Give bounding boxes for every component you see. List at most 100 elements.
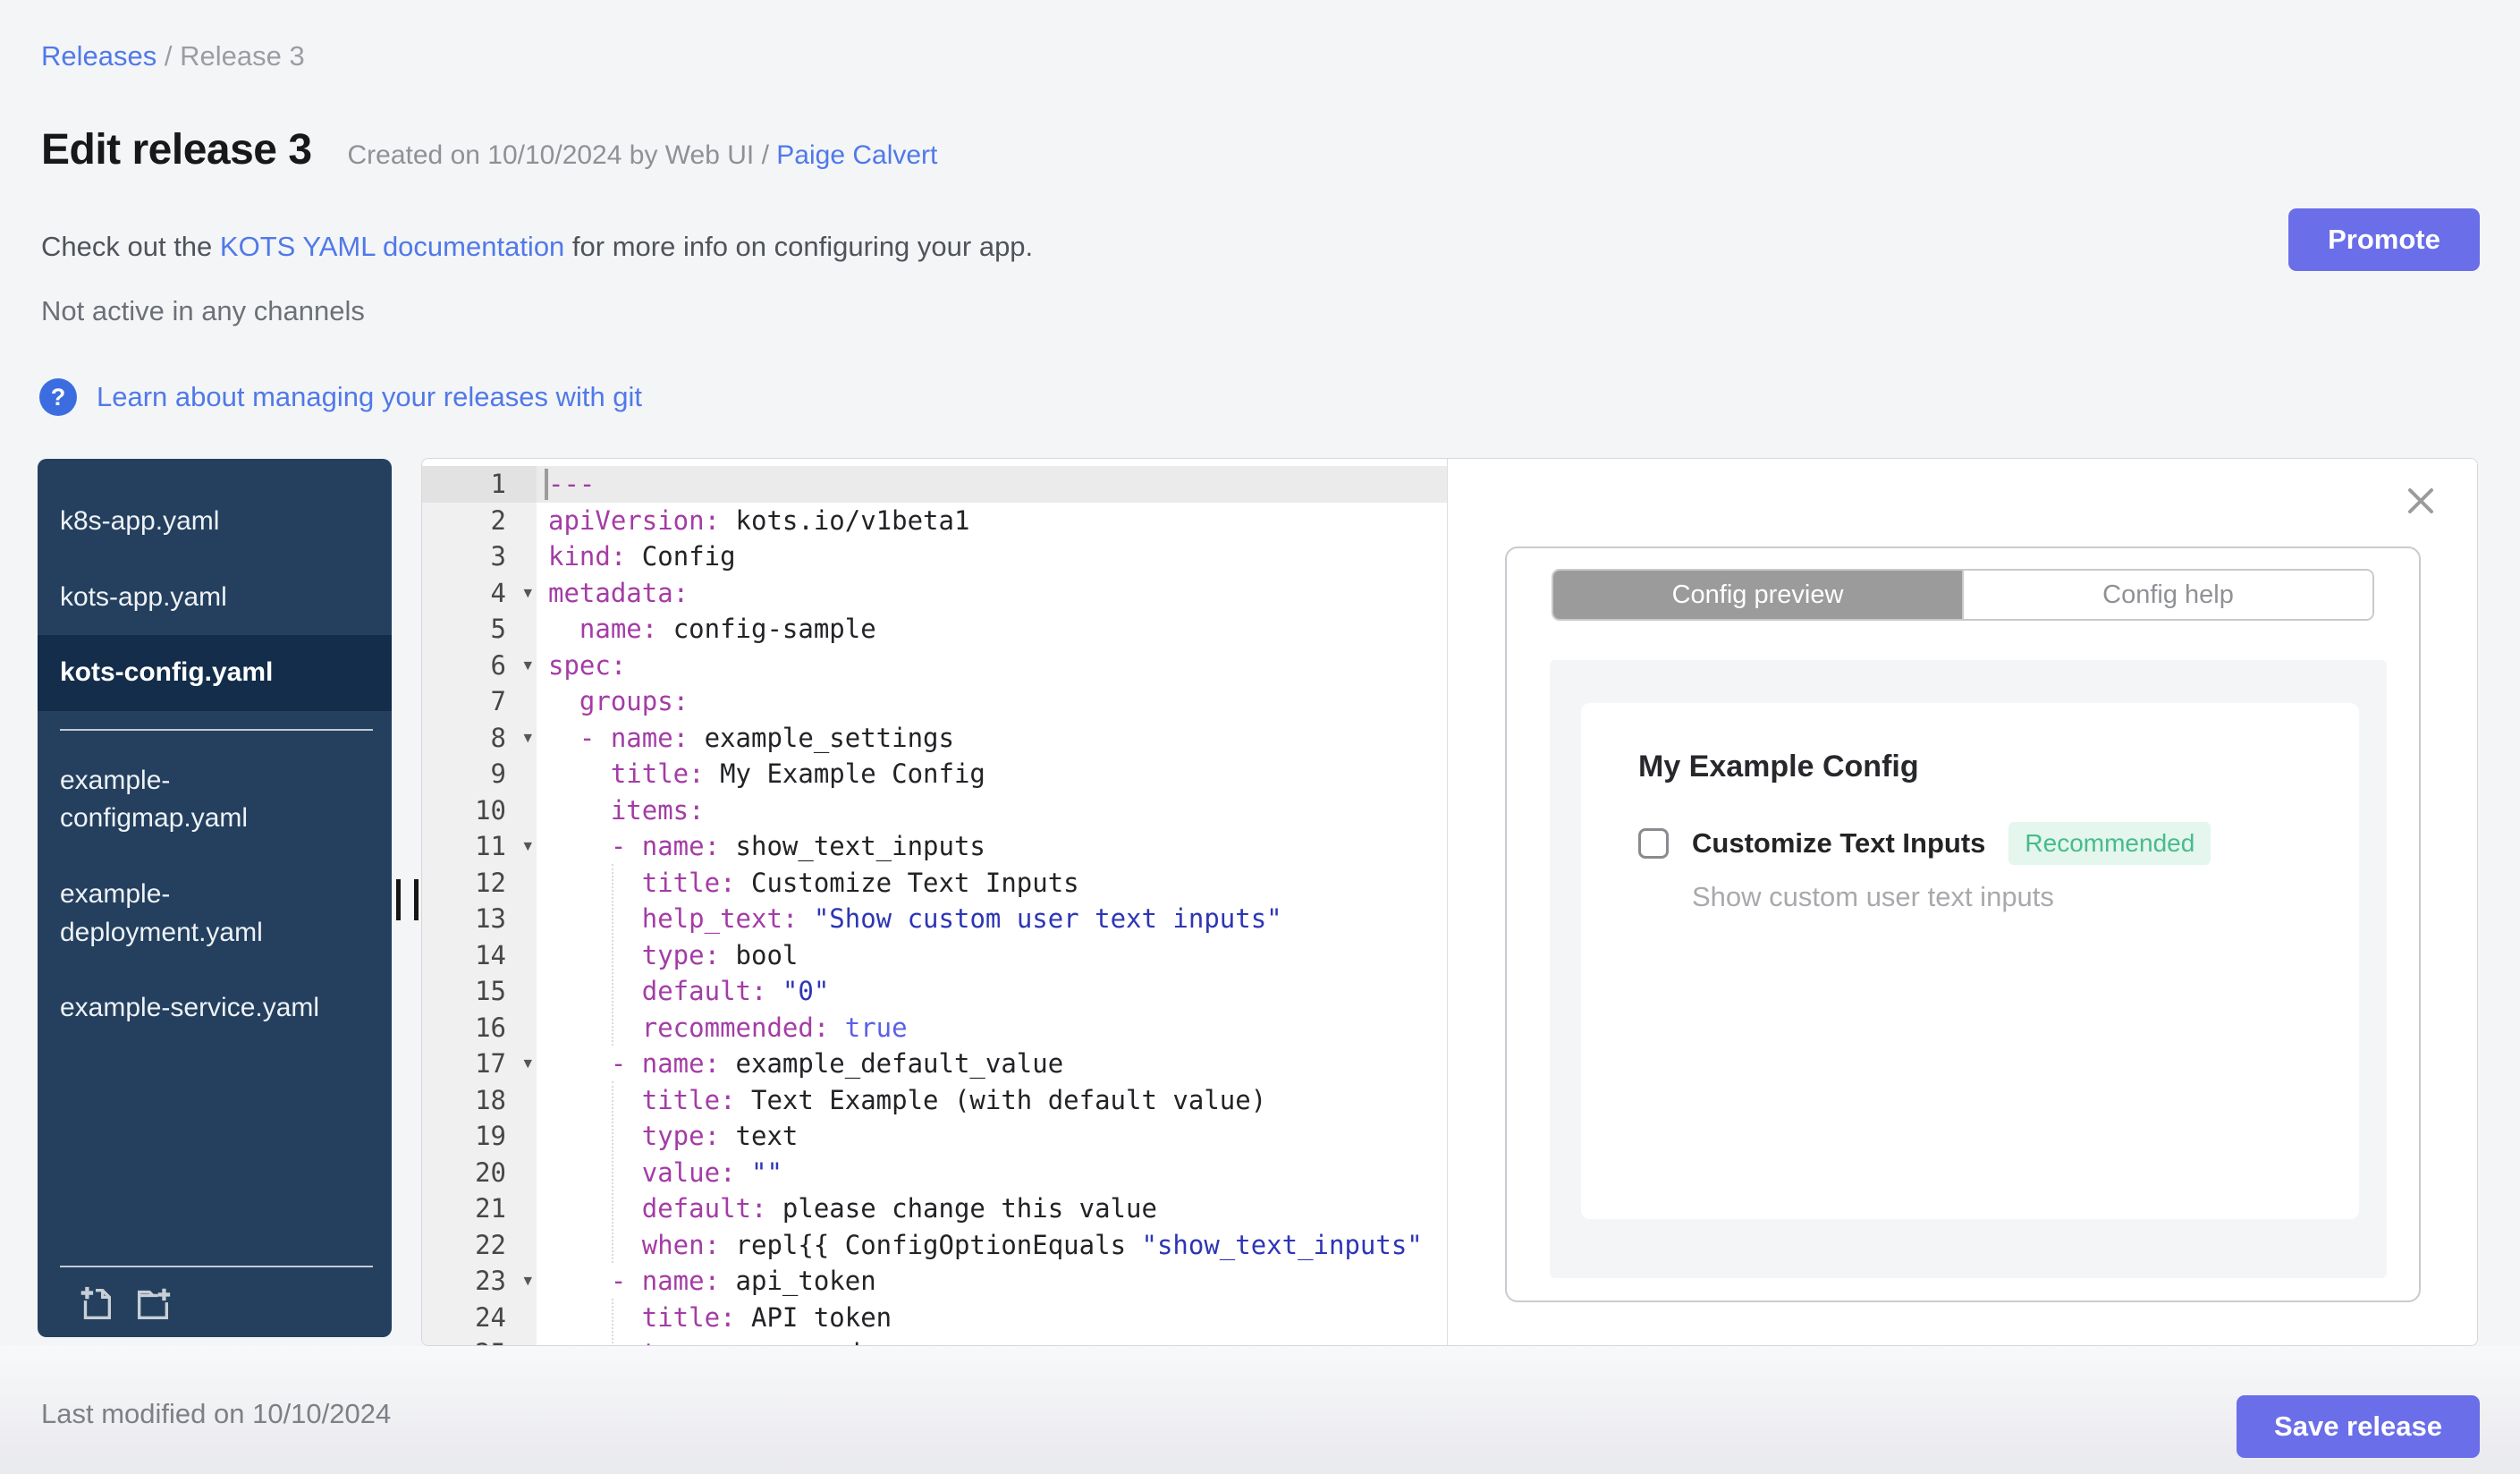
fold-arrow-icon[interactable]: ▾ <box>523 836 532 857</box>
line-gutter: 7 <box>422 683 537 720</box>
file-item-kots-app.yaml[interactable]: kots-app.yaml <box>38 560 392 636</box>
line-gutter: 16 <box>422 1009 537 1046</box>
fold-arrow-icon[interactable]: ▾ <box>523 655 532 675</box>
config-render-area: My Example Config Customize Text Inputs … <box>1550 660 2387 1278</box>
code-line-8[interactable]: 8 ▾ - name: example_settings <box>422 719 1447 756</box>
tab-config-preview[interactable]: Config preview <box>1553 571 1962 619</box>
code-line-7[interactable]: 7 groups: <box>422 683 1447 720</box>
line-gutter: 23 ▾ <box>422 1263 537 1300</box>
line-gutter: 18 <box>422 1081 537 1118</box>
breadcrumb-current: Release 3 <box>180 40 305 72</box>
code-line-21[interactable]: 21 default: please change this value <box>422 1190 1447 1227</box>
fold-arrow-icon[interactable]: ▾ <box>523 727 532 748</box>
promote-button[interactable]: Promote <box>2288 208 2480 271</box>
breadcrumb: Releases / Release 3 <box>41 40 305 72</box>
line-gutter: 2 <box>422 502 537 538</box>
config-item-row: Customize Text Inputs Recommended <box>1638 822 2359 865</box>
code-line-14[interactable]: 14 type: bool <box>422 936 1447 973</box>
line-gutter: 13 <box>422 901 537 937</box>
created-by-link[interactable]: Paige Calvert <box>776 140 937 170</box>
file-item-example-service.yaml[interactable]: example-service.yaml <box>38 970 392 1046</box>
code-line-23[interactable]: 23 ▾ - name: api_token <box>422 1263 1447 1300</box>
line-gutter: 17 ▾ <box>422 1046 537 1082</box>
file-item-example-deployment.yaml[interactable]: example-deployment.yaml <box>38 857 392 970</box>
docs-suffix: for more info on configuring your app. <box>564 231 1034 262</box>
line-gutter: 5 <box>422 611 537 648</box>
created-text: Created on 10/10/2024 by Web UI / <box>347 140 777 170</box>
last-modified-text: Last modified on 10/10/2024 <box>41 1398 392 1429</box>
sidebar-resize-handle[interactable] <box>396 879 419 920</box>
config-group-title: My Example Config <box>1638 750 1919 784</box>
code-line-3[interactable]: 3 kind: Config <box>422 538 1447 575</box>
file-item-k8s-app.yaml[interactable]: k8s-app.yaml <box>38 484 392 560</box>
breadcrumb-releases-link[interactable]: Releases <box>41 40 156 72</box>
line-gutter: 6 ▾ <box>422 647 537 683</box>
help-question-icon[interactable]: ? <box>39 378 77 416</box>
code-line-13[interactable]: 13 help_text: "Show custom user text inp… <box>422 901 1447 937</box>
code-line-24[interactable]: 24 title: API token <box>422 1299 1447 1335</box>
code-line-5[interactable]: 5 name: config-sample <box>422 611 1447 648</box>
code-line-19[interactable]: 19 type: text <box>422 1118 1447 1155</box>
code-line-1[interactable]: 1 --- <box>422 466 1447 503</box>
editor-lines: 1 --- 2 apiVersion: kots.io/v1beta1 3 kind: C… <box>422 466 1447 1345</box>
kots-yaml-docs-link[interactable]: KOTS YAML documentation <box>220 231 564 262</box>
fold-arrow-icon[interactable]: ▾ <box>523 582 532 603</box>
git-help-row: ? Learn about managing your releases wit… <box>39 378 642 416</box>
config-item-help: Show custom user text inputs <box>1692 881 2054 912</box>
code-line-2[interactable]: 2 apiVersion: kots.io/v1beta1 <box>422 502 1447 538</box>
code-line-18[interactable]: 18 title: Text Example (with default val… <box>422 1081 1447 1118</box>
close-icon[interactable] <box>2406 486 2436 516</box>
footer-bar: Last modified on 10/10/2024 Save release <box>0 1346 2520 1474</box>
title-row: Edit release 3 Created on 10/10/2024 by … <box>41 125 937 174</box>
code-line-4[interactable]: 4 ▾ metadata: <box>422 574 1447 611</box>
release-editor-page: Releases / Release 3 Edit release 3 Crea… <box>0 0 2520 1474</box>
line-gutter: 9 <box>422 756 537 792</box>
code-line-20[interactable]: 20 value: "" <box>422 1154 1447 1190</box>
config-item-label: Customize Text Inputs <box>1692 827 1986 859</box>
new-file-icon[interactable] <box>75 1283 116 1325</box>
sidebar-footer-divider <box>60 1266 373 1267</box>
save-release-button[interactable]: Save release <box>2237 1395 2480 1458</box>
code-line-15[interactable]: 15 default: "0" <box>422 973 1447 1010</box>
fold-arrow-icon[interactable]: ▾ <box>523 1271 532 1292</box>
code-line-6[interactable]: 6 ▾ spec: <box>422 647 1447 683</box>
code-line-11[interactable]: 11 ▾ - name: show_text_inputs <box>422 828 1447 865</box>
sidebar-divider <box>60 728 373 731</box>
line-gutter: 4 ▾ <box>422 574 537 611</box>
code-line-17[interactable]: 17 ▾ - name: example_default_value <box>422 1046 1447 1082</box>
file-list-bottom: example-configmap.yaml example-deployment… <box>38 743 392 1046</box>
line-gutter: 21 <box>422 1190 537 1227</box>
page-title: Edit release 3 <box>41 126 312 174</box>
code-line-22[interactable]: 22 when: repl{{ ConfigOptionEquals "show… <box>422 1226 1447 1263</box>
channel-status: Not active in any channels <box>41 295 365 326</box>
text-cursor <box>545 469 548 500</box>
config-preview-panel: Config preview Config help My Example Con… <box>1447 459 2477 1345</box>
line-gutter: 12 <box>422 864 537 901</box>
line-gutter: 10 <box>422 792 537 828</box>
code-line-25[interactable]: 25 type: password <box>422 1335 1447 1345</box>
file-item-kots-config.yaml[interactable]: kots-config.yaml <box>38 635 392 711</box>
line-gutter: 11 ▾ <box>422 828 537 865</box>
customize-text-inputs-checkbox[interactable] <box>1638 828 1669 859</box>
line-gutter: 22 <box>422 1226 537 1263</box>
code-line-9[interactable]: 9 title: My Example Config <box>422 756 1447 792</box>
config-group-card: My Example Config Customize Text Inputs … <box>1581 703 2359 1219</box>
fold-arrow-icon[interactable]: ▾ <box>523 1054 532 1074</box>
code-line-16[interactable]: 16 recommended: true <box>422 1009 1447 1046</box>
line-gutter: 14 <box>422 936 537 973</box>
file-item-example-configmap.yaml[interactable]: example-configmap.yaml <box>38 743 392 857</box>
line-gutter: 19 <box>422 1118 537 1155</box>
code-line-12[interactable]: 12 title: Customize Text Inputs <box>422 864 1447 901</box>
line-gutter: 8 ▾ <box>422 719 537 756</box>
sidebar-footer <box>38 1248 392 1325</box>
created-info: Created on 10/10/2024 by Web UI / Paige … <box>348 140 938 171</box>
new-folder-icon[interactable] <box>132 1283 173 1325</box>
code-line-10[interactable]: 10 items: <box>422 792 1447 828</box>
config-preview-card: Config preview Config help My Example Con… <box>1505 546 2421 1302</box>
git-releases-link[interactable]: Learn about managing your releases with … <box>97 381 642 413</box>
yaml-code-editor[interactable]: 1 --- 2 apiVersion: kots.io/v1beta1 3 kind: C… <box>422 459 1447 1345</box>
tab-config-help[interactable]: Config help <box>1962 571 2372 619</box>
docs-prefix: Check out the <box>41 231 220 262</box>
breadcrumb-separator: / <box>156 40 181 72</box>
docs-line: Check out the KOTS YAML documentation fo… <box>41 231 1033 263</box>
